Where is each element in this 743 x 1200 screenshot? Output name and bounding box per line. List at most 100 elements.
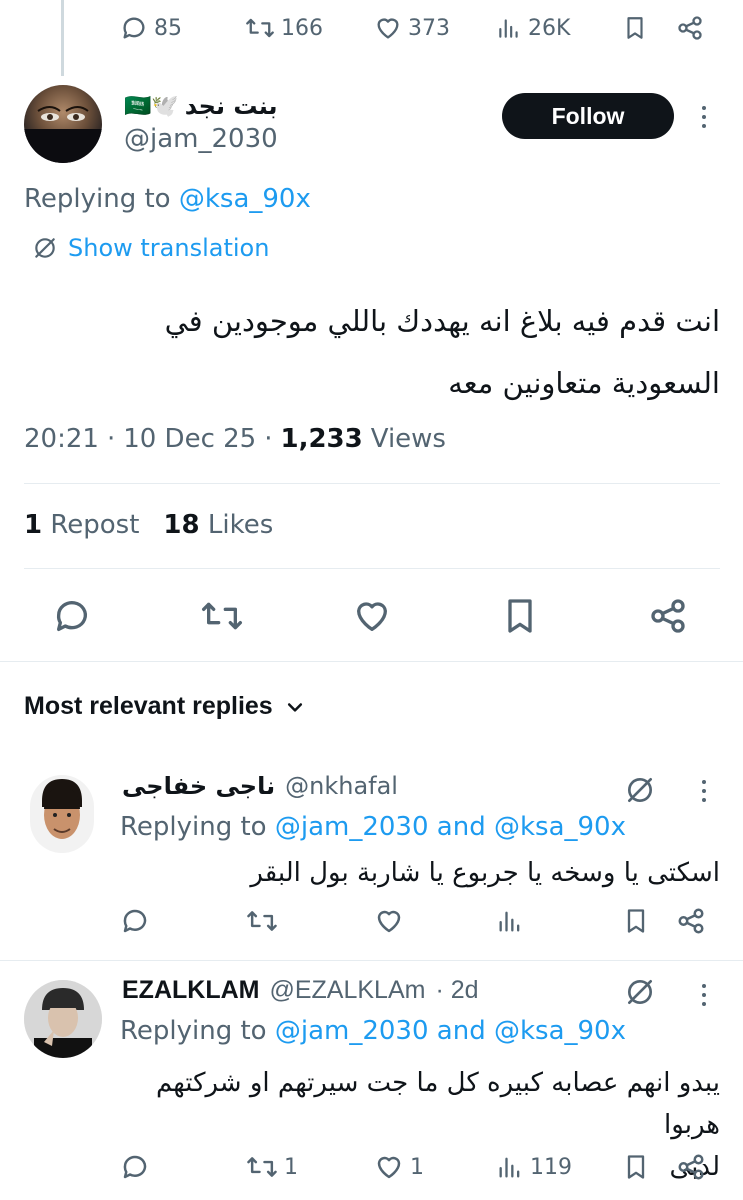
- repost-count: 166: [281, 15, 323, 41]
- tweet-text-line-2: السعودية متعاونين معه: [448, 366, 720, 400]
- replying-prefix: Replying to: [120, 1016, 267, 1046]
- reply-1-display-name[interactable]: ناجى خفاجى: [122, 772, 275, 800]
- reply-action[interactable]: [120, 1152, 150, 1182]
- like-action[interactable]: 373: [374, 14, 450, 42]
- reply-avatar[interactable]: [24, 980, 102, 1058]
- views-action[interactable]: 119: [496, 1152, 572, 1182]
- divider: [0, 960, 743, 961]
- reply-2-time[interactable]: · 2d: [435, 976, 478, 1005]
- translate-icon: [35, 238, 55, 258]
- bookmark-action[interactable]: [622, 14, 648, 42]
- reply-count: 85: [154, 15, 182, 41]
- replying-and: and: [436, 812, 486, 842]
- views-icon: [499, 19, 518, 38]
- heart-icon[interactable]: [374, 906, 404, 936]
- reply-1-replying-to: Replying to @jam_2030 and @ksa_90x: [120, 812, 626, 842]
- top-action-bar: 85 166 373 26K: [120, 12, 710, 44]
- divider: [24, 568, 720, 569]
- repost-icon[interactable]: [246, 906, 278, 936]
- repost-count: 1: [284, 1154, 298, 1180]
- repost-icon[interactable]: [200, 596, 244, 636]
- views-count: 26K: [528, 15, 571, 41]
- reply-2-handle[interactable]: @EZALKLAm: [269, 976, 425, 1005]
- reply-2-replying-to: Replying to @jam_2030 and @ksa_90x: [120, 1016, 626, 1046]
- replying-to: Replying to @ksa_90x: [24, 184, 311, 214]
- like-action[interactable]: 1: [374, 1152, 424, 1182]
- reply-avatar[interactable]: [30, 775, 94, 853]
- tweet-meta: 20:21 · 10 Dec 25 · 1,233 Views: [24, 424, 446, 454]
- views-count: 119: [530, 1154, 572, 1180]
- repost-action[interactable]: 1: [246, 1152, 298, 1182]
- avatar-image: [24, 106, 102, 163]
- thread-line: [61, 0, 64, 76]
- views-count-main: 1,233: [280, 424, 363, 454]
- reply-avatar-image: [24, 980, 102, 1058]
- replying-and: and: [436, 1016, 486, 1046]
- reply-2-display-name[interactable]: EZALKLAM: [122, 976, 259, 1005]
- views-icon[interactable]: [496, 906, 524, 936]
- likes-stat[interactable]: 18 Likes: [163, 510, 273, 540]
- replying-to-link[interactable]: @ksa_90x: [494, 1016, 626, 1046]
- reply-1-text: اسكتى يا وسخه يا جربوع يا شاربة بول البق…: [250, 858, 720, 888]
- heart-icon: [377, 18, 399, 39]
- bookmark-action[interactable]: [622, 1152, 650, 1182]
- more-options-icon[interactable]: [702, 106, 706, 128]
- show-translation[interactable]: Show translation: [32, 234, 269, 262]
- replies-sort-dropdown[interactable]: Most relevant replies: [24, 692, 305, 721]
- translate-icon[interactable]: [624, 976, 656, 1008]
- like-count: 1: [410, 1154, 424, 1180]
- repost-icon: [247, 1157, 277, 1177]
- divider: [24, 483, 720, 484]
- replying-to-link[interactable]: @ksa_90x: [179, 184, 311, 214]
- likes-stat-count: 18: [163, 510, 200, 540]
- share-icon: [678, 16, 702, 40]
- tweet-text: انت قدم فيه بلاغ انه يهددك باللي موجودين…: [24, 290, 720, 414]
- share-icon: [678, 1154, 704, 1180]
- reply-2-text-line-1: يبدو انهم عصابه كبيره كل ما جت سيرتهم او…: [155, 1068, 720, 1140]
- views-action[interactable]: 26K: [496, 14, 570, 42]
- replying-prefix: Replying to: [24, 184, 171, 214]
- share-icon[interactable]: [676, 906, 706, 936]
- translate-icon[interactable]: [624, 774, 656, 806]
- reply-1-handle[interactable]: @nkhafal: [285, 772, 398, 800]
- replying-to-link[interactable]: @ksa_90x: [494, 812, 626, 842]
- share-action[interactable]: [676, 1152, 706, 1182]
- reply-2-author: EZALKLAM @EZALKLAm · 2d: [122, 976, 479, 1005]
- repost-action[interactable]: 166: [245, 14, 323, 42]
- reply-icon[interactable]: [120, 906, 150, 936]
- engagement-stats: 1 Repost 18 Likes: [24, 510, 273, 540]
- tweet-date[interactable]: 10 Dec 25: [123, 424, 256, 454]
- meta-separator: ·: [106, 424, 116, 454]
- more-options-icon[interactable]: [702, 780, 706, 802]
- like-count: 373: [408, 15, 450, 41]
- author-handle[interactable]: @jam_2030: [124, 124, 278, 154]
- heart-icon[interactable]: [352, 596, 392, 636]
- reply-action[interactable]: 85: [120, 14, 182, 42]
- share-icon[interactable]: [648, 596, 688, 636]
- reply-icon[interactable]: [52, 596, 92, 636]
- reply-1-author: ناجى خفاجى @nkhafal: [122, 772, 398, 800]
- repost-stat[interactable]: 1 Repost: [24, 510, 139, 540]
- follow-button[interactable]: Follow: [502, 93, 674, 139]
- bookmark-icon: [627, 1155, 645, 1179]
- replying-to-link[interactable]: @jam_2030: [275, 812, 429, 842]
- author-display-name[interactable]: بنت نجد: [185, 92, 278, 120]
- main-action-bar: [52, 596, 692, 636]
- tweet-time[interactable]: 20:21: [24, 424, 99, 454]
- replying-to-link[interactable]: @jam_2030: [275, 1016, 429, 1046]
- repost-icon: [246, 18, 274, 38]
- chevron-down-icon: [287, 702, 302, 712]
- reply-2-action-bar: 1 1 119: [120, 1152, 720, 1188]
- replying-prefix: Replying to: [120, 812, 267, 842]
- bookmark-icon[interactable]: [500, 596, 540, 636]
- translate-label: Show translation: [68, 234, 270, 262]
- more-options-icon[interactable]: [702, 984, 706, 1006]
- bookmark-icon[interactable]: [622, 906, 650, 936]
- share-action[interactable]: [676, 14, 704, 42]
- flag-dove-emojis: 🇸🇦🕊️: [124, 93, 179, 119]
- repost-stat-count: 1: [24, 510, 43, 540]
- avatar[interactable]: [24, 85, 102, 163]
- bookmark-icon: [627, 17, 643, 39]
- tweet-text-line-1: انت قدم فيه بلاغ انه يهددك باللي موجودين…: [164, 304, 720, 338]
- likes-stat-label: Likes: [207, 510, 274, 540]
